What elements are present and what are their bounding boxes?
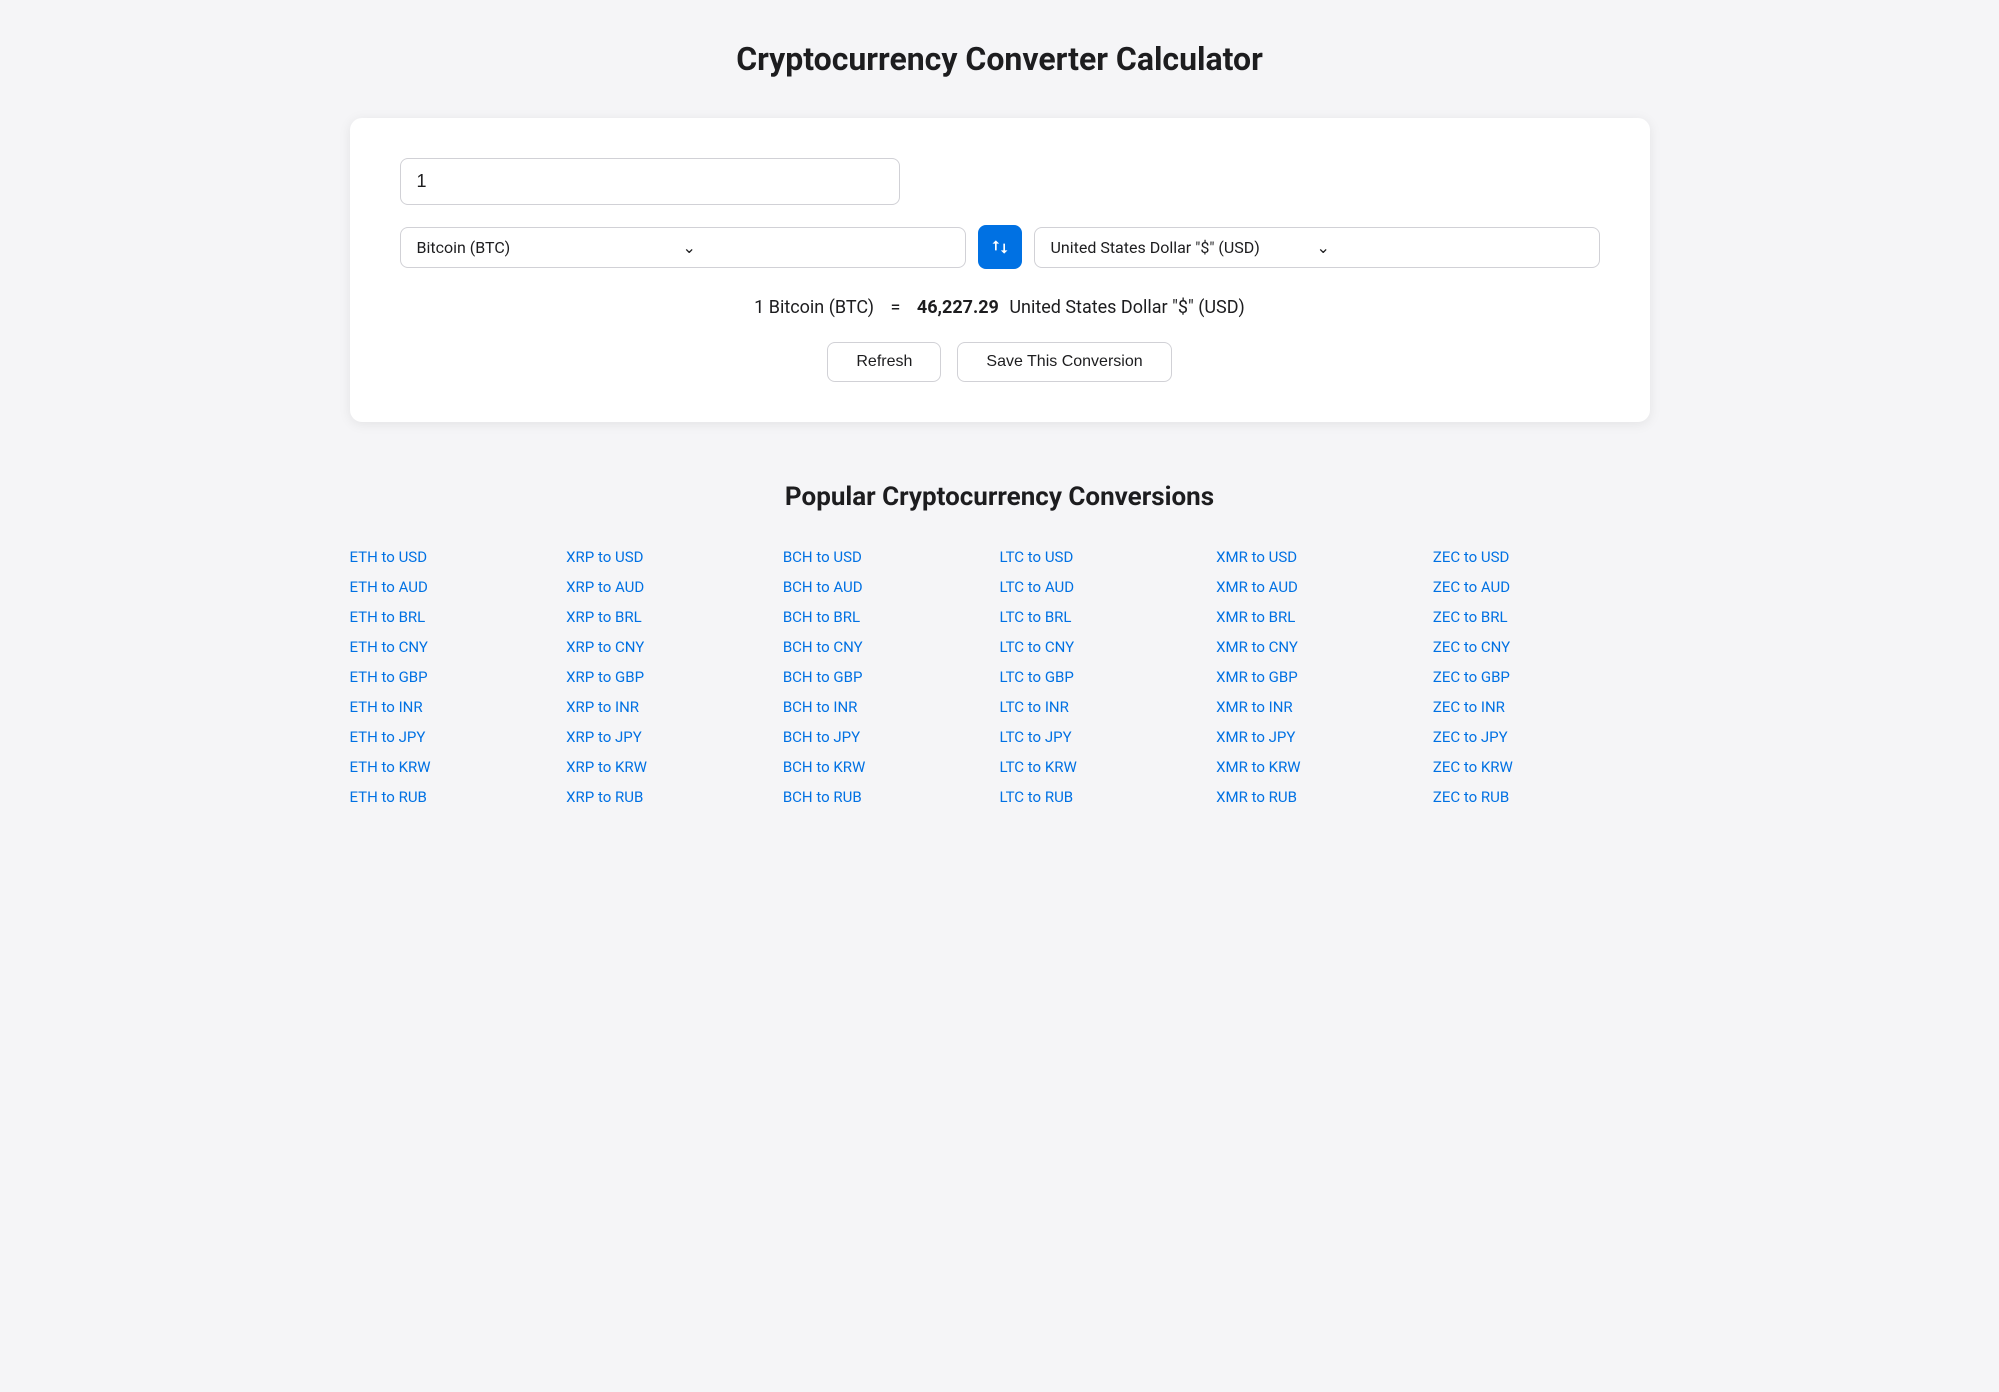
conversion-link[interactable]: LTC to GBP	[1000, 664, 1217, 690]
conversion-link[interactable]: LTC to RUB	[1000, 784, 1217, 810]
conversion-column-eth: ETH to USD ETH to AUD ETH to BRL ETH to CNY…	[350, 544, 567, 810]
conversion-link[interactable]: ZEC to INR	[1433, 694, 1650, 720]
conversion-link[interactable]: XMR to USD	[1216, 544, 1433, 570]
conversion-link[interactable]: XMR to KRW	[1216, 754, 1433, 780]
conversion-link[interactable]: ZEC to KRW	[1433, 754, 1650, 780]
converter-card: Bitcoin (BTC) ⌄ United States Dollar "$"…	[350, 118, 1650, 422]
currency-row: Bitcoin (BTC) ⌄ United States Dollar "$"…	[400, 225, 1600, 269]
conversion-link[interactable]: LTC to USD	[1000, 544, 1217, 570]
conversion-link[interactable]: LTC to JPY	[1000, 724, 1217, 750]
conversion-link[interactable]: LTC to BRL	[1000, 604, 1217, 630]
conversion-link[interactable]: ZEC to AUD	[1433, 574, 1650, 600]
conversion-link[interactable]: ETH to USD	[350, 544, 567, 570]
conversion-link[interactable]: ZEC to CNY	[1433, 634, 1650, 660]
popular-section: Popular Cryptocurrency Conversions ETH t…	[350, 482, 1650, 810]
swap-icon	[990, 237, 1010, 257]
conversion-link[interactable]: LTC to AUD	[1000, 574, 1217, 600]
conversion-link[interactable]: XRP to GBP	[566, 664, 783, 690]
from-currency-selector[interactable]: Bitcoin (BTC) ⌄	[400, 227, 966, 268]
result-unit: United States Dollar "$" (USD)	[1009, 297, 1245, 318]
conversion-column-xmr: XMR to USD XMR to AUD XMR to BRL XMR to CNY…	[1216, 544, 1433, 810]
conversion-link[interactable]: XMR to RUB	[1216, 784, 1433, 810]
conversion-link[interactable]: XMR to INR	[1216, 694, 1433, 720]
conversion-link[interactable]: BCH to RUB	[783, 784, 1000, 810]
conversion-link[interactable]: ETH to CNY	[350, 634, 567, 660]
conversion-link[interactable]: BCH to KRW	[783, 754, 1000, 780]
conversion-link[interactable]: XRP to INR	[566, 694, 783, 720]
conversion-link[interactable]: LTC to CNY	[1000, 634, 1217, 660]
conversion-link[interactable]: BCH to JPY	[783, 724, 1000, 750]
from-currency-label: Bitcoin (BTC)	[417, 238, 683, 257]
conversion-column-ltc: LTC to USD LTC to AUD LTC to BRL LTC to CNY…	[1000, 544, 1217, 810]
conversion-link[interactable]: XRP to JPY	[566, 724, 783, 750]
conversion-link[interactable]: ETH to BRL	[350, 604, 567, 630]
conversion-link[interactable]: LTC to INR	[1000, 694, 1217, 720]
conversion-link[interactable]: LTC to KRW	[1000, 754, 1217, 780]
conversion-result: 1 Bitcoin (BTC) = 46,227.29 United State…	[400, 297, 1600, 318]
conversion-link[interactable]: ETH to KRW	[350, 754, 567, 780]
conversion-link[interactable]: BCH to CNY	[783, 634, 1000, 660]
conversion-link[interactable]: ZEC to USD	[1433, 544, 1650, 570]
result-value: 46,227.29	[917, 297, 999, 318]
to-currency-selector[interactable]: United States Dollar "$" (USD) ⌄	[1034, 227, 1600, 268]
result-from-label: 1 Bitcoin (BTC)	[754, 297, 874, 318]
conversion-link[interactable]: ETH to JPY	[350, 724, 567, 750]
conversion-link[interactable]: ETH to RUB	[350, 784, 567, 810]
to-chevron-icon: ⌄	[1317, 238, 1583, 257]
page-wrapper: Cryptocurrency Converter Calculator Bitc…	[350, 40, 1650, 810]
conversion-link[interactable]: BCH to BRL	[783, 604, 1000, 630]
conversion-link[interactable]: XRP to RUB	[566, 784, 783, 810]
conversion-column-zec: ZEC to USD ZEC to AUD ZEC to BRL ZEC to CNY…	[1433, 544, 1650, 810]
conversion-link[interactable]: XMR to GBP	[1216, 664, 1433, 690]
conversion-link[interactable]: XMR to BRL	[1216, 604, 1433, 630]
swap-button[interactable]	[978, 225, 1022, 269]
conversion-link[interactable]: XRP to USD	[566, 544, 783, 570]
save-conversion-button[interactable]: Save This Conversion	[957, 342, 1171, 382]
conversion-link[interactable]: BCH to INR	[783, 694, 1000, 720]
conversion-link[interactable]: BCH to AUD	[783, 574, 1000, 600]
popular-title: Popular Cryptocurrency Conversions	[350, 482, 1650, 512]
conversion-link[interactable]: XRP to CNY	[566, 634, 783, 660]
conversion-link[interactable]: ZEC to JPY	[1433, 724, 1650, 750]
conversion-link[interactable]: XMR to AUD	[1216, 574, 1433, 600]
conversion-link[interactable]: ETH to INR	[350, 694, 567, 720]
conversion-link[interactable]: XRP to BRL	[566, 604, 783, 630]
conversion-link[interactable]: BCH to USD	[783, 544, 1000, 570]
conversion-link[interactable]: XRP to KRW	[566, 754, 783, 780]
conversion-link[interactable]: BCH to GBP	[783, 664, 1000, 690]
conversion-link[interactable]: ZEC to GBP	[1433, 664, 1650, 690]
conversion-link[interactable]: ETH to AUD	[350, 574, 567, 600]
amount-input[interactable]	[400, 158, 900, 205]
conversion-link[interactable]: ZEC to BRL	[1433, 604, 1650, 630]
conversion-link[interactable]: XRP to AUD	[566, 574, 783, 600]
to-currency-label: United States Dollar "$" (USD)	[1051, 238, 1317, 257]
refresh-button[interactable]: Refresh	[827, 342, 941, 382]
conversion-link[interactable]: ZEC to RUB	[1433, 784, 1650, 810]
from-chevron-icon: ⌄	[683, 238, 949, 257]
conversion-column-bch: BCH to USD BCH to AUD BCH to BRL BCH to CNY…	[783, 544, 1000, 810]
conversion-link[interactable]: XMR to CNY	[1216, 634, 1433, 660]
conversion-link[interactable]: XMR to JPY	[1216, 724, 1433, 750]
result-equals: =	[891, 297, 901, 318]
conversion-column-xrp: XRP to USD XRP to AUD XRP to BRL XRP to CNY…	[566, 544, 783, 810]
page-title: Cryptocurrency Converter Calculator	[350, 40, 1650, 78]
action-buttons: Refresh Save This Conversion	[400, 342, 1600, 382]
conversion-link[interactable]: ETH to GBP	[350, 664, 567, 690]
conversions-grid: ETH to USD ETH to AUD ETH to BRL ETH to CNY…	[350, 544, 1650, 810]
